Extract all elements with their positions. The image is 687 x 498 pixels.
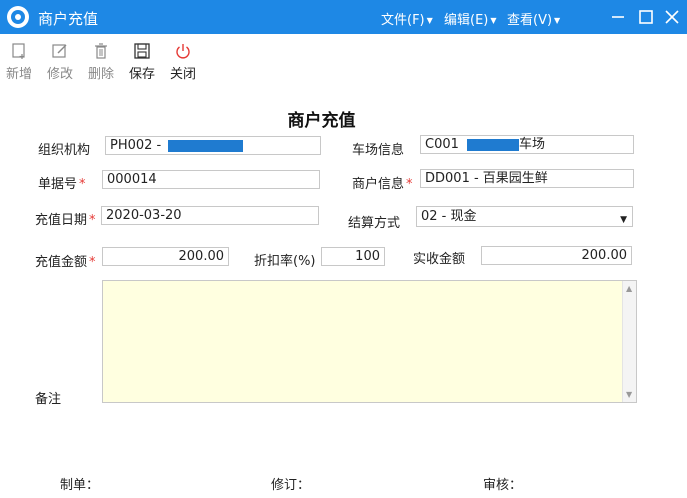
edit-button-label: 修改	[46, 67, 73, 82]
merchant-value: DD001 - 百果园生鲜	[425, 171, 548, 186]
app-logo-icon	[7, 6, 29, 28]
doc-no-label-text: 单据号	[38, 177, 78, 192]
save-button[interactable]: 保存	[125, 42, 159, 82]
edit-button[interactable]: 修改	[43, 42, 77, 82]
merchant-label-text: 商户信息	[352, 177, 405, 192]
date-field[interactable]: 2020-03-20	[101, 206, 319, 225]
dropdown-arrow-icon[interactable]: ▼	[620, 211, 627, 226]
required-mark: *	[89, 255, 96, 270]
delete-button-label: 删除	[87, 67, 114, 82]
parking-field[interactable]: C001 车场	[420, 135, 634, 154]
org-field[interactable]: PH002 -	[105, 136, 321, 155]
settle-select[interactable]: 02 - 现金 ▼	[416, 206, 633, 227]
audit-label: 审核：	[483, 478, 523, 493]
menu-edit[interactable]: 编辑(E) ▼	[444, 9, 497, 28]
settle-value: 02 - 现金	[421, 209, 477, 224]
settle-label: 结算方式	[348, 216, 401, 231]
scroll-up-icon[interactable]: ▲	[626, 284, 632, 293]
window-title: 商户充值	[38, 10, 99, 28]
redacted-block	[467, 138, 520, 151]
new-button[interactable]: 新增	[2, 42, 36, 82]
maximize-icon[interactable]	[634, 5, 658, 29]
required-mark: *	[89, 213, 96, 228]
parking-value-prefix: C001	[425, 137, 459, 152]
chevron-down-icon: ▼	[554, 16, 561, 25]
doc-no-value: 000014	[107, 172, 157, 187]
menu-file-label: 文件(F)	[381, 13, 425, 28]
new-document-icon	[12, 43, 25, 59]
required-mark: *	[406, 177, 413, 192]
minimize-icon[interactable]	[606, 5, 630, 29]
notes-textarea[interactable]: ▲ ▼	[102, 280, 637, 403]
scroll-down-icon[interactable]: ▼	[626, 390, 632, 399]
amount-value: 200.00	[178, 249, 225, 264]
merchant-field[interactable]: DD001 - 百果园生鲜	[420, 169, 634, 188]
doc-no-field[interactable]: 000014	[102, 170, 320, 189]
actual-value: 200.00	[581, 248, 628, 263]
menu-edit-label: 编辑(E)	[444, 13, 489, 28]
close-window-icon[interactable]	[660, 5, 684, 29]
close-button[interactable]: 关闭	[166, 42, 200, 82]
notes-label: 备注	[35, 392, 62, 407]
form-title: 商户充值	[287, 111, 356, 131]
parking-label: 车场信息	[352, 143, 405, 158]
amount-field[interactable]: 200.00	[102, 247, 229, 266]
org-value: PH002 -	[110, 138, 162, 153]
date-label: 充值日期 *	[35, 209, 96, 228]
delete-button[interactable]: 删除	[84, 42, 118, 82]
discount-label: 折扣率(%)	[254, 254, 316, 269]
required-mark: *	[79, 177, 86, 192]
menu-view[interactable]: 查看(V) ▼	[507, 9, 560, 28]
date-value: 2020-03-20	[106, 208, 182, 223]
save-disk-icon	[134, 43, 150, 59]
redacted-block	[168, 139, 244, 152]
menu-file[interactable]: 文件(F) ▼	[381, 9, 433, 28]
actual-field[interactable]: 200.00	[481, 246, 632, 265]
merchant-label: 商户信息 *	[352, 173, 413, 192]
doc-no-label: 单据号 *	[38, 173, 86, 192]
save-button-label: 保存	[128, 67, 155, 82]
title-bar: 商户充值 文件(F) ▼ 编辑(E) ▼ 查看(V) ▼	[0, 0, 687, 34]
new-button-label: 新增	[5, 67, 32, 82]
maker-label: 制单：	[60, 478, 100, 493]
chevron-down-icon: ▼	[426, 16, 433, 25]
revise-label: 修订：	[271, 478, 311, 493]
pencil-icon	[52, 44, 67, 58]
toolbar: 新增 修改 删除 保存 关闭	[0, 34, 687, 86]
date-label-text: 充值日期	[35, 213, 88, 228]
parking-value-suffix: 车场	[519, 137, 546, 152]
amount-label: 充值金额 *	[35, 251, 96, 270]
trash-icon	[95, 43, 107, 59]
power-icon	[176, 44, 190, 59]
notes-scrollbar[interactable]: ▲ ▼	[622, 281, 636, 402]
chevron-down-icon: ▼	[490, 16, 497, 25]
org-label: 组织机构	[38, 143, 91, 158]
actual-label: 实收金额	[413, 252, 466, 267]
menu-view-label: 查看(V)	[507, 13, 553, 28]
amount-label-text: 充值金额	[35, 255, 88, 270]
discount-field[interactable]: 100	[321, 247, 385, 266]
close-button-label: 关闭	[169, 67, 196, 82]
discount-value: 100	[355, 249, 380, 264]
